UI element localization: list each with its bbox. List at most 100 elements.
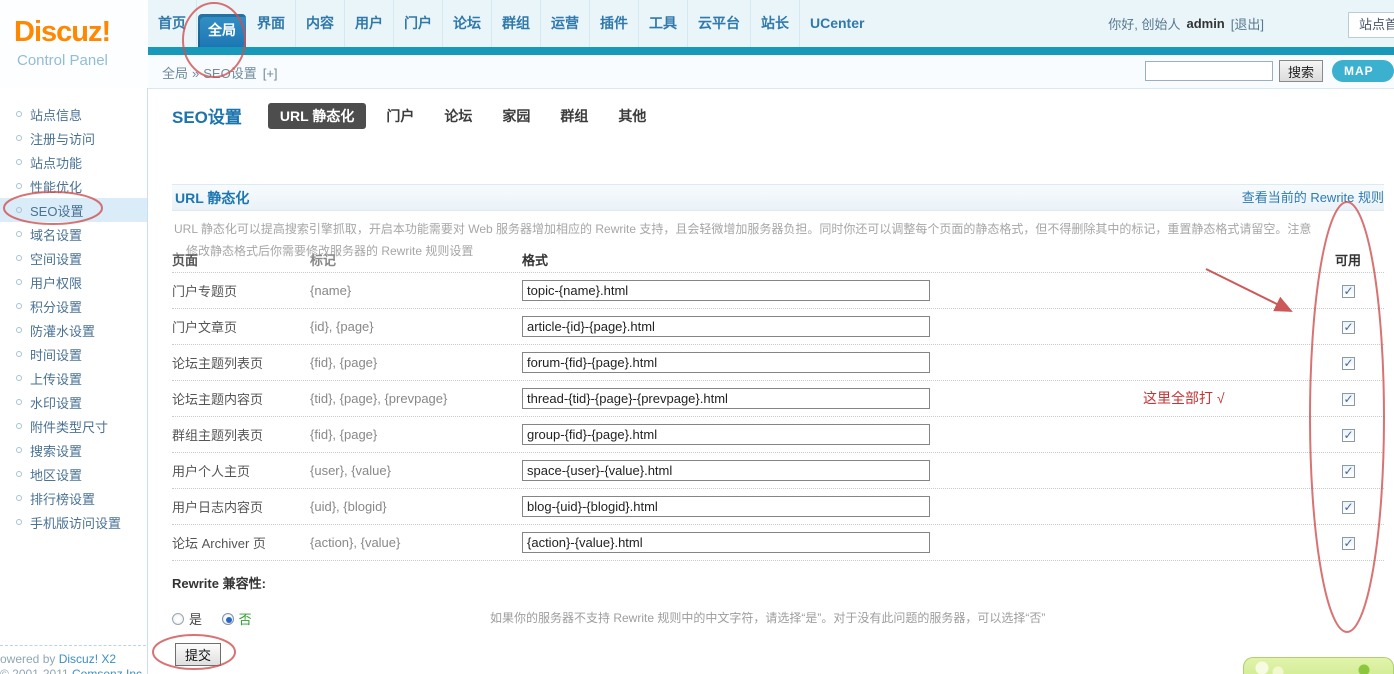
top-nav-item[interactable]: 内容 <box>296 0 345 47</box>
breadcrumb-expand[interactable]: [+] <box>263 66 278 81</box>
section-title: URL 静态化 <box>172 185 249 211</box>
search-button[interactable]: 搜索 <box>1279 60 1323 82</box>
sidebar-item[interactable]: 地区设置 <box>0 462 147 486</box>
sidebar-item[interactable]: 搜索设置 <box>0 438 147 462</box>
top-nav-item[interactable]: 首页 <box>148 0 197 47</box>
tag-list: {fid}, {page} <box>310 355 522 370</box>
sidebar-item-label: 注册与访问 <box>30 129 95 148</box>
page-title: SEO设置 <box>172 103 242 128</box>
settings-tab[interactable]: 门户 <box>386 108 414 124</box>
table-row: 群组主题列表页 {fid}, {page} <box>172 417 1384 453</box>
top-nav-item[interactable]: 运营 <box>541 0 590 47</box>
top-nav-item[interactable]: 全局 <box>198 14 246 47</box>
format-input[interactable] <box>522 424 930 445</box>
sidebar-item[interactable]: 排行榜设置 <box>0 486 147 510</box>
search-input[interactable] <box>1145 61 1273 81</box>
settings-tab[interactable]: 家园 <box>502 108 530 124</box>
format-input[interactable] <box>522 352 930 373</box>
format-input[interactable] <box>522 532 930 553</box>
table-row: 论坛 Archiver 页 {action}, {value} <box>172 525 1384 561</box>
top-nav-item[interactable]: 工具 <box>639 0 688 47</box>
sidebar-item-label: 手机版访问设置 <box>30 513 121 532</box>
sidebar-nav: 站点信息 注册与访问 站点功能 性能优化 <box>0 88 147 534</box>
greeting-text: 你好, 创始人 <box>1108 14 1180 33</box>
discuz-link[interactable]: Discuz! X2 <box>59 652 116 666</box>
sidebar-item-label: 性能优化 <box>30 177 82 196</box>
sidebar-item-label: 站点信息 <box>30 105 82 124</box>
comsenz-link[interactable]: Comsenz Inc. <box>72 667 145 674</box>
sidebar-item[interactable]: 防灌水设置 <box>0 318 147 342</box>
enabled-checkbox[interactable] <box>1342 285 1355 298</box>
settings-tab[interactable]: 其他 <box>618 108 646 124</box>
sidebar-item[interactable]: 域名设置 <box>0 222 147 246</box>
top-nav-item[interactable]: 云平台 <box>688 0 751 47</box>
user-bar: 你好, 创始人 admin [退出] <box>1108 0 1264 47</box>
enabled-checkbox[interactable] <box>1342 357 1355 370</box>
settings-tab[interactable]: URL 静态化 <box>268 103 366 129</box>
enabled-checkbox[interactable] <box>1342 537 1355 550</box>
radio-icon[interactable] <box>222 613 234 625</box>
submit-button[interactable]: 提交 <box>175 643 221 666</box>
breadcrumb-root[interactable]: 全局 <box>162 66 188 81</box>
format-input[interactable] <box>522 460 930 481</box>
top-nav-label: 群组 <box>502 15 530 31</box>
rewrite-option-label: 否 <box>239 609 252 628</box>
format-input[interactable] <box>522 388 930 409</box>
top-nav-label: 界面 <box>257 15 285 31</box>
top-nav-item[interactable]: 论坛 <box>443 0 492 47</box>
sidebar: 站点信息 注册与访问 站点功能 性能优化 <box>0 88 148 674</box>
top-nav-item[interactable]: 站长 <box>751 0 800 47</box>
sidebar-item[interactable]: 积分设置 <box>0 294 147 318</box>
sidebar-item[interactable]: 站点功能 <box>0 150 147 174</box>
enabled-checkbox[interactable] <box>1342 465 1355 478</box>
enabled-checkbox[interactable] <box>1342 429 1355 442</box>
site-home-button[interactable]: 站点首页 <box>1348 12 1394 38</box>
sidebar-item[interactable]: 站点信息 <box>0 102 147 126</box>
rewrite-options-row: 是 否 如果你的服务器不支持 Rewrite 规则中的中文字符，请选择“是”。对… <box>172 609 1384 627</box>
view-rewrite-rules-link[interactable]: 查看当前的 Rewrite 规则 <box>1242 185 1384 211</box>
sidebar-item[interactable]: 性能优化 <box>0 174 147 198</box>
sidebar-item[interactable]: 空间设置 <box>0 246 147 270</box>
bullet-icon <box>16 327 22 333</box>
settings-tab[interactable]: 论坛 <box>444 108 472 124</box>
sidebar-item[interactable]: 时间设置 <box>0 342 147 366</box>
sidebar-item[interactable]: 用户权限 <box>0 270 147 294</box>
map-button[interactable]: MAP <box>1332 60 1394 82</box>
rewrite-option[interactable]: 否 <box>222 609 252 628</box>
sidebar-item[interactable]: 附件类型尺寸 <box>0 414 147 438</box>
sidebar-item[interactable]: SEO设置 <box>0 198 147 222</box>
rewrite-option[interactable]: 是 <box>172 609 202 628</box>
sidebar-item[interactable]: 注册与访问 <box>0 126 147 150</box>
top-nav-item[interactable]: 界面 <box>247 0 296 47</box>
top-nav-item[interactable]: UCenter <box>800 0 874 47</box>
table-row: 论坛主题内容页 {tid}, {page}, {prevpage} <box>172 381 1384 417</box>
format-input[interactable] <box>522 496 930 517</box>
rewrite-compat-block: Rewrite 兼容性: 是 否 如果你的服务器 <box>172 561 1384 666</box>
format-input[interactable] <box>522 280 930 301</box>
tag-list: {name} <box>310 283 522 298</box>
corner-popup-widget[interactable] <box>1243 657 1394 674</box>
top-nav-item[interactable]: 用户 <box>345 0 394 47</box>
radio-icon[interactable] <box>172 613 184 625</box>
sidebar-item[interactable]: 手机版访问设置 <box>0 510 147 534</box>
sidebar-item[interactable]: 水印设置 <box>0 390 147 414</box>
copyright-footer: owered by Discuz! X2 © 2001-2011 Comsenz… <box>0 645 146 674</box>
bullet-icon <box>16 495 22 501</box>
sidebar-item-label: 附件类型尺寸 <box>30 417 108 436</box>
settings-tab[interactable]: 群组 <box>560 108 588 124</box>
sidebar-item[interactable]: 上传设置 <box>0 366 147 390</box>
top-nav-item[interactable]: 插件 <box>590 0 639 47</box>
enabled-checkbox[interactable] <box>1342 321 1355 334</box>
top-nav-item[interactable]: 门户 <box>394 0 443 47</box>
format-input[interactable] <box>522 316 930 337</box>
top-nav-item[interactable]: 群组 <box>492 0 541 47</box>
table-header-row: 页面 标记 格式 可用 <box>172 247 1384 273</box>
enabled-checkbox[interactable] <box>1342 393 1355 406</box>
logout-link[interactable]: [退出] <box>1231 14 1264 33</box>
url-format-table: 页面 标记 格式 可用 门户专题页 {name} 门户文章页 <box>172 247 1384 561</box>
enabled-checkbox[interactable] <box>1342 501 1355 514</box>
table-row: 门户文章页 {id}, {page} <box>172 309 1384 345</box>
bullet-icon <box>16 279 22 285</box>
page-name: 论坛主题内容页 <box>172 389 310 408</box>
tag-list: {uid}, {blogid} <box>310 499 522 514</box>
